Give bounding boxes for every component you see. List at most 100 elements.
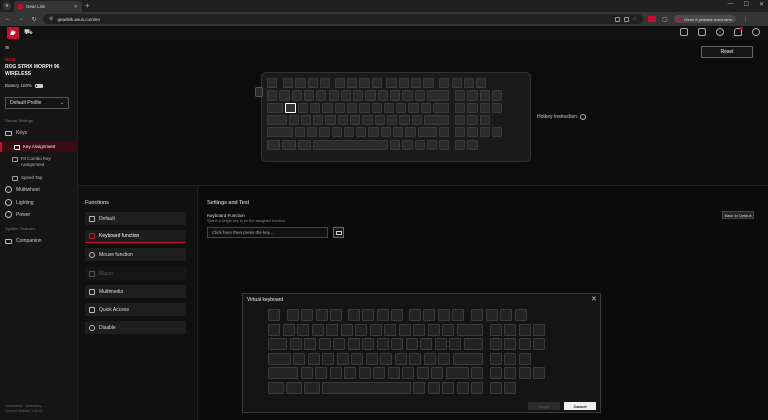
keycap[interactable] <box>439 139 450 150</box>
keycap[interactable] <box>376 309 389 321</box>
keycap[interactable] <box>518 352 531 365</box>
keycap[interactable] <box>337 114 349 126</box>
keycap[interactable] <box>479 127 491 138</box>
hotkey-instruction[interactable]: Hotkey Instruction › <box>537 114 587 120</box>
keycap[interactable] <box>476 78 487 89</box>
keycap[interactable] <box>369 323 382 336</box>
keycap[interactable] <box>391 309 404 321</box>
bookmark-star-icon[interactable]: ☆ <box>633 16 637 22</box>
extension-icon[interactable] <box>648 16 656 22</box>
keycap[interactable] <box>423 352 436 365</box>
keycap[interactable] <box>268 381 284 394</box>
keycap[interactable] <box>452 309 465 321</box>
keycap[interactable] <box>533 323 546 336</box>
keycap[interactable] <box>386 78 397 89</box>
keycap[interactable] <box>319 78 331 89</box>
keycap[interactable] <box>413 323 425 336</box>
keycap[interactable] <box>467 90 478 101</box>
hamburger-menu-icon[interactable]: ≡ <box>5 45 9 52</box>
keycap[interactable] <box>286 381 302 394</box>
keycap[interactable] <box>408 309 421 321</box>
keycap[interactable] <box>362 114 373 126</box>
keycap[interactable] <box>293 352 306 365</box>
keycap[interactable] <box>492 90 503 101</box>
keycap[interactable] <box>504 352 517 365</box>
keycap[interactable] <box>310 102 321 113</box>
keycap[interactable] <box>334 78 345 89</box>
keycap[interactable] <box>442 381 454 394</box>
keycap[interactable] <box>416 367 429 379</box>
keycap[interactable] <box>471 381 483 394</box>
cancel-button[interactable]: Cancel <box>564 402 596 410</box>
keycap[interactable] <box>410 78 422 89</box>
keycap[interactable] <box>315 309 328 321</box>
keycap[interactable] <box>533 367 546 379</box>
keycap[interactable] <box>356 127 367 138</box>
reset-button[interactable]: Reset <box>701 46 753 58</box>
close-icon[interactable]: ✕ <box>591 295 597 303</box>
keycap[interactable] <box>420 102 432 113</box>
keycap[interactable] <box>518 323 531 336</box>
keycap[interactable] <box>322 352 335 365</box>
keycap[interactable] <box>326 323 338 336</box>
keycap[interactable] <box>279 90 290 101</box>
keycap[interactable] <box>371 78 382 89</box>
incognito-profile-button[interactable]: Ожно в режиме инкогнито <box>674 15 737 23</box>
keycap[interactable] <box>268 367 299 379</box>
keycap[interactable] <box>455 114 466 126</box>
function-keyboard-button[interactable]: Keyboard function <box>85 230 186 243</box>
keycap[interactable] <box>427 323 440 336</box>
notification-bell-icon[interactable] <box>734 27 743 36</box>
keycap[interactable] <box>485 309 498 321</box>
keycap[interactable] <box>467 127 478 138</box>
keycap[interactable] <box>456 323 483 336</box>
keycap[interactable] <box>268 323 280 336</box>
keycap[interactable] <box>346 78 358 89</box>
function-mouse-button[interactable]: Mouse function <box>85 248 186 261</box>
share-icon[interactable] <box>698 28 706 36</box>
keycap[interactable] <box>390 90 401 101</box>
user-icon[interactable] <box>716 28 724 36</box>
keycap[interactable] <box>455 127 466 138</box>
keycap[interactable] <box>306 127 318 138</box>
keycap[interactable] <box>399 114 410 126</box>
function-quick-access-button[interactable]: Quick Access <box>85 303 186 316</box>
keycap[interactable] <box>315 367 328 379</box>
keycap[interactable] <box>489 352 502 365</box>
keycap[interactable] <box>479 102 491 113</box>
keycap[interactable] <box>316 90 327 101</box>
keycap[interactable] <box>456 381 469 394</box>
keycap[interactable] <box>408 102 419 113</box>
keycap[interactable] <box>533 338 546 350</box>
keycap[interactable] <box>268 338 288 350</box>
keycap[interactable] <box>365 352 378 365</box>
keycap[interactable] <box>313 139 388 150</box>
sidebar-item-lighting[interactable]: Lighting <box>5 199 34 206</box>
keycap[interactable] <box>365 90 376 101</box>
keycap[interactable] <box>313 114 324 126</box>
keycap[interactable] <box>286 309 299 321</box>
keycap[interactable] <box>442 323 454 336</box>
keycap[interactable] <box>311 323 324 336</box>
keycap[interactable] <box>380 127 392 138</box>
keycap[interactable] <box>340 323 353 336</box>
settings-gear-icon[interactable] <box>752 28 760 36</box>
keycap[interactable] <box>423 114 450 126</box>
keycap[interactable] <box>328 90 339 101</box>
sidebar-item-companion[interactable]: Companion <box>5 238 42 244</box>
keycap[interactable] <box>479 90 491 101</box>
keycap[interactable] <box>394 352 407 365</box>
selected-keycap[interactable] <box>285 102 296 113</box>
sidebar-item-multiwheel[interactable]: Multiwheel <box>5 186 40 193</box>
sidebar-item-key-assignment[interactable]: Key Assignment <box>0 142 78 152</box>
keycap[interactable] <box>402 90 413 101</box>
keycap[interactable] <box>267 78 278 89</box>
keycap[interactable] <box>514 309 527 321</box>
keycap[interactable] <box>322 381 411 394</box>
install-app-icon[interactable] <box>614 16 620 22</box>
keycap[interactable] <box>300 367 313 379</box>
keycap[interactable] <box>297 323 309 336</box>
tab-search-icon[interactable]: ▾ <box>3 2 11 10</box>
keycap[interactable] <box>504 338 517 350</box>
keycap[interactable] <box>398 323 411 336</box>
